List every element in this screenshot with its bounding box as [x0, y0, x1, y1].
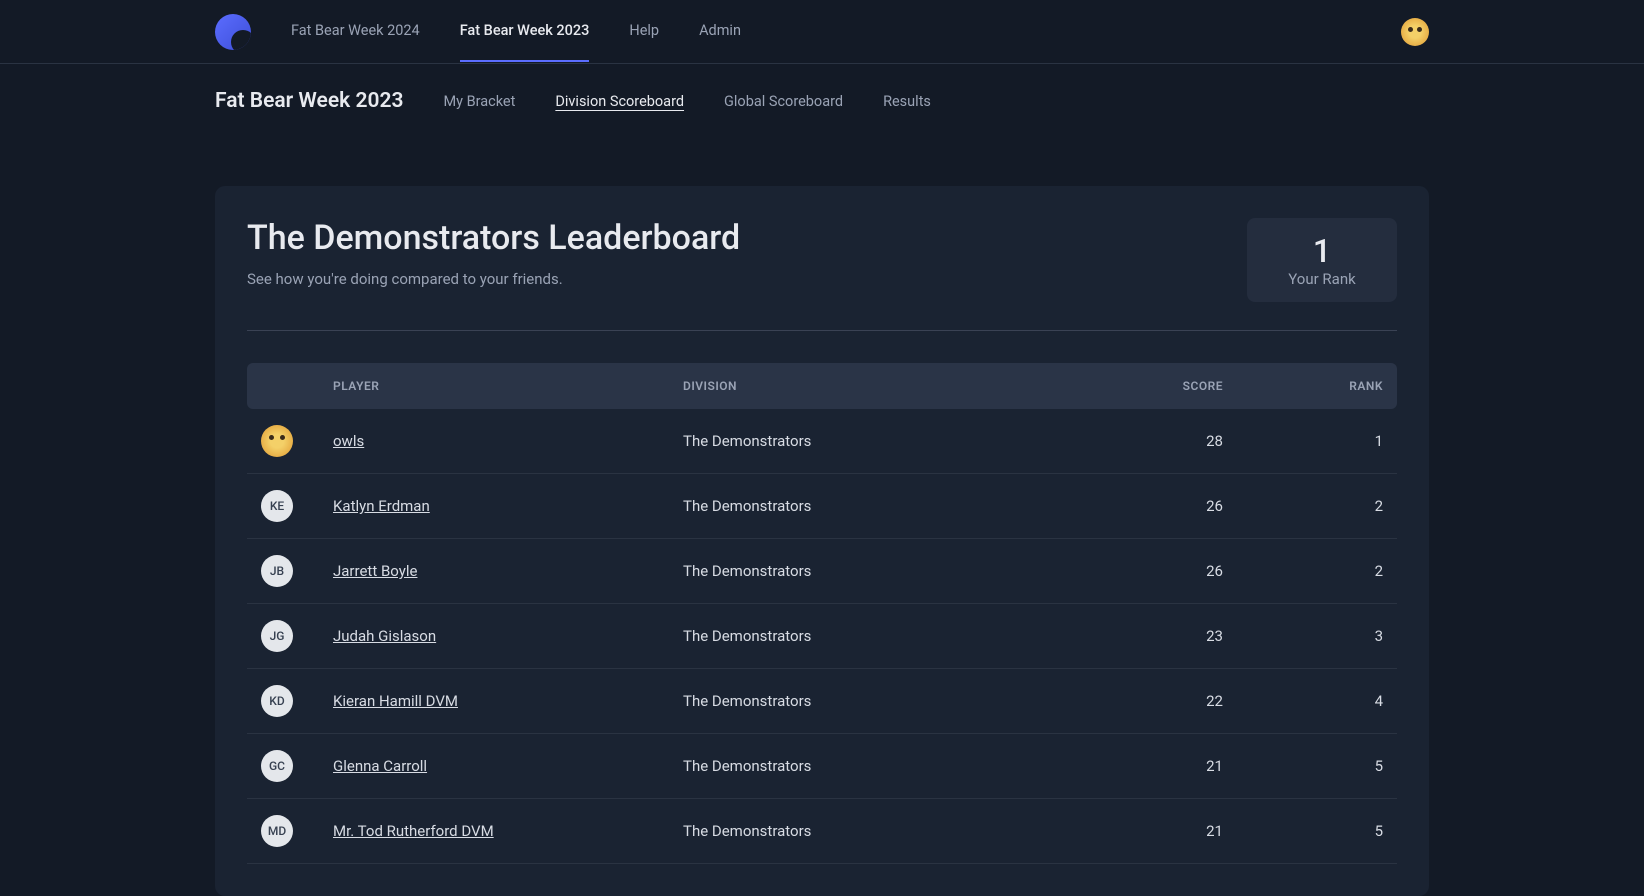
avatar-cell: JB	[261, 555, 333, 587]
avatar-cell: KE	[261, 490, 333, 522]
avatar-initials-icon: JB	[261, 555, 293, 587]
player-link[interactable]: Mr. Tod Rutherford DVM	[333, 822, 683, 840]
page-title: Fat Bear Week 2023	[215, 89, 403, 113]
avatar-initials-icon: JG	[261, 620, 293, 652]
nav-link-fbw-2024[interactable]: Fat Bear Week 2024	[291, 1, 420, 62]
th-avatar-spacer	[261, 379, 333, 393]
logo-icon[interactable]	[215, 14, 251, 50]
nav-link-admin[interactable]: Admin	[699, 1, 741, 62]
player-link[interactable]: Glenna Carroll	[333, 757, 683, 775]
leaderboard-card: The Demonstrators Leaderboard See how yo…	[215, 186, 1429, 896]
player-link[interactable]: owls	[333, 432, 683, 450]
table-row: MD Mr. Tod Rutherford DVM The Demonstrat…	[247, 799, 1397, 864]
table-row: GC Glenna Carroll The Demonstrators 21 5	[247, 734, 1397, 799]
score-cell: 28	[1023, 432, 1223, 450]
rank-cell: 2	[1223, 497, 1383, 515]
table-row: KD Kieran Hamill DVM The Demonstrators 2…	[247, 669, 1397, 734]
division-cell: The Demonstrators	[683, 432, 1023, 450]
rank-cell: 3	[1223, 627, 1383, 645]
rank-cell: 5	[1223, 757, 1383, 775]
avatar-initials-icon: KE	[261, 490, 293, 522]
user-avatar-icon[interactable]	[1401, 18, 1429, 46]
nav-link-help[interactable]: Help	[629, 1, 659, 62]
score-cell: 26	[1023, 562, 1223, 580]
top-nav-left: Fat Bear Week 2024 Fat Bear Week 2023 He…	[215, 1, 741, 62]
player-link[interactable]: Jarrett Boyle	[333, 562, 683, 580]
subnav-link-division-scoreboard[interactable]: Division Scoreboard	[555, 93, 684, 110]
division-cell: The Demonstrators	[683, 757, 1023, 775]
avatar-initials-icon: MD	[261, 815, 293, 847]
your-rank-box: 1 Your Rank	[1247, 218, 1397, 302]
avatar-cell	[261, 425, 333, 457]
division-cell: The Demonstrators	[683, 692, 1023, 710]
your-rank-value: 1	[1275, 232, 1369, 270]
table-row: owls The Demonstrators 28 1	[247, 409, 1397, 474]
table-header-row: PLAYER DIVISION SCORE RANK	[247, 363, 1397, 409]
avatar-cell: KD	[261, 685, 333, 717]
rank-cell: 5	[1223, 822, 1383, 840]
owl-avatar-icon	[261, 425, 293, 457]
score-cell: 21	[1023, 822, 1223, 840]
avatar-initials-icon: KD	[261, 685, 293, 717]
player-link[interactable]: Katlyn Erdman	[333, 497, 683, 515]
score-cell: 23	[1023, 627, 1223, 645]
nav-link-fbw-2023[interactable]: Fat Bear Week 2023	[460, 1, 590, 62]
avatar-cell: GC	[261, 750, 333, 782]
top-nav: Fat Bear Week 2024 Fat Bear Week 2023 He…	[0, 0, 1644, 64]
card-header: The Demonstrators Leaderboard See how yo…	[247, 218, 1397, 331]
subnav-link-global-scoreboard[interactable]: Global Scoreboard	[724, 93, 843, 110]
top-nav-links: Fat Bear Week 2024 Fat Bear Week 2023 He…	[291, 1, 741, 62]
th-player: PLAYER	[333, 379, 683, 393]
rank-cell: 4	[1223, 692, 1383, 710]
th-score: SCORE	[1023, 379, 1223, 393]
score-cell: 21	[1023, 757, 1223, 775]
leaderboard-subtitle: See how you're doing compared to your fr…	[247, 270, 740, 288]
sub-nav: Fat Bear Week 2023 My Bracket Division S…	[0, 64, 1644, 138]
player-link[interactable]: Judah Gislason	[333, 627, 683, 645]
th-division: DIVISION	[683, 379, 1023, 393]
division-cell: The Demonstrators	[683, 822, 1023, 840]
subnav-link-results[interactable]: Results	[883, 93, 931, 110]
rank-cell: 2	[1223, 562, 1383, 580]
avatar-cell: MD	[261, 815, 333, 847]
table-row: KE Katlyn Erdman The Demonstrators 26 2	[247, 474, 1397, 539]
avatar-initials-icon: GC	[261, 750, 293, 782]
division-cell: The Demonstrators	[683, 627, 1023, 645]
score-cell: 22	[1023, 692, 1223, 710]
score-cell: 26	[1023, 497, 1223, 515]
player-link[interactable]: Kieran Hamill DVM	[333, 692, 683, 710]
rank-cell: 1	[1223, 432, 1383, 450]
avatar-cell: JG	[261, 620, 333, 652]
table-row: JG Judah Gislason The Demonstrators 23 3	[247, 604, 1397, 669]
your-rank-label: Your Rank	[1275, 270, 1369, 288]
subnav-link-my-bracket[interactable]: My Bracket	[443, 93, 515, 110]
division-cell: The Demonstrators	[683, 562, 1023, 580]
table-row: JB Jarrett Boyle The Demonstrators 26 2	[247, 539, 1397, 604]
leaderboard-table: PLAYER DIVISION SCORE RANK owls The Demo…	[247, 363, 1397, 864]
card-header-text: The Demonstrators Leaderboard See how yo…	[247, 218, 740, 288]
th-rank: RANK	[1223, 379, 1383, 393]
leaderboard-title: The Demonstrators Leaderboard	[247, 218, 740, 258]
division-cell: The Demonstrators	[683, 497, 1023, 515]
